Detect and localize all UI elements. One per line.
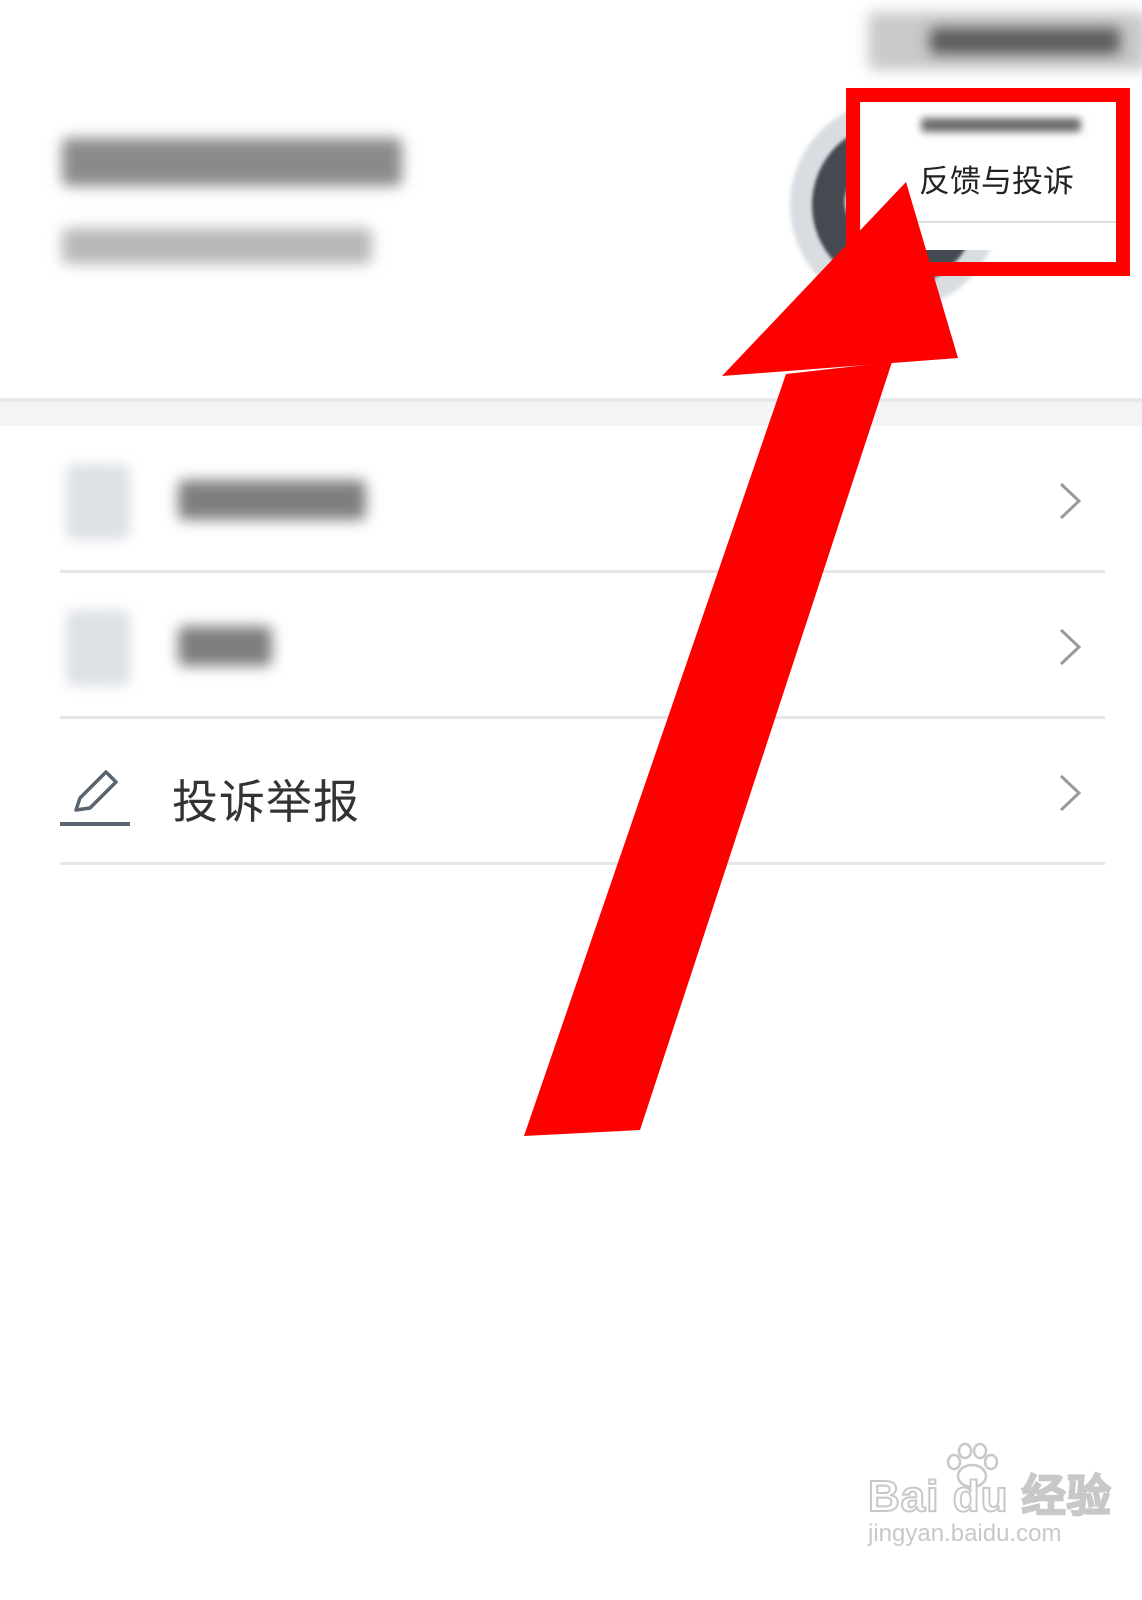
blurred-icon	[66, 464, 130, 540]
blurred-icon	[66, 610, 130, 686]
screenshot-stage: 投诉举报 反馈与投诉 Bai du 经验 jingyan.baidu.com	[0, 0, 1142, 1600]
baidu-watermark: Bai du 经验 jingyan.baidu.com	[867, 1442, 1112, 1570]
chevron-right-icon	[1059, 482, 1082, 520]
highlight-box	[846, 88, 1130, 276]
watermark-url: jingyan.baidu.com	[868, 1520, 1062, 1547]
menu-item-label: 投诉举报	[172, 775, 360, 829]
chevron-right-icon	[1059, 774, 1082, 812]
menu-item-blurred-2[interactable]	[60, 570, 1105, 719]
menu-item-report[interactable]: 投诉举报	[60, 716, 1105, 865]
chevron-right-icon	[1059, 628, 1082, 666]
section-divider	[0, 398, 1142, 426]
watermark-brand: Bai du 经验	[867, 1471, 1112, 1522]
menu-item-blurred-1[interactable]	[60, 424, 1105, 573]
blurred-label	[178, 626, 272, 666]
profile-name-blurred	[62, 138, 402, 186]
pencil-icon	[60, 770, 130, 826]
blurred-label	[178, 480, 366, 520]
profile-subtitle-blurred	[62, 228, 372, 264]
top-blurred-text	[930, 28, 1120, 54]
